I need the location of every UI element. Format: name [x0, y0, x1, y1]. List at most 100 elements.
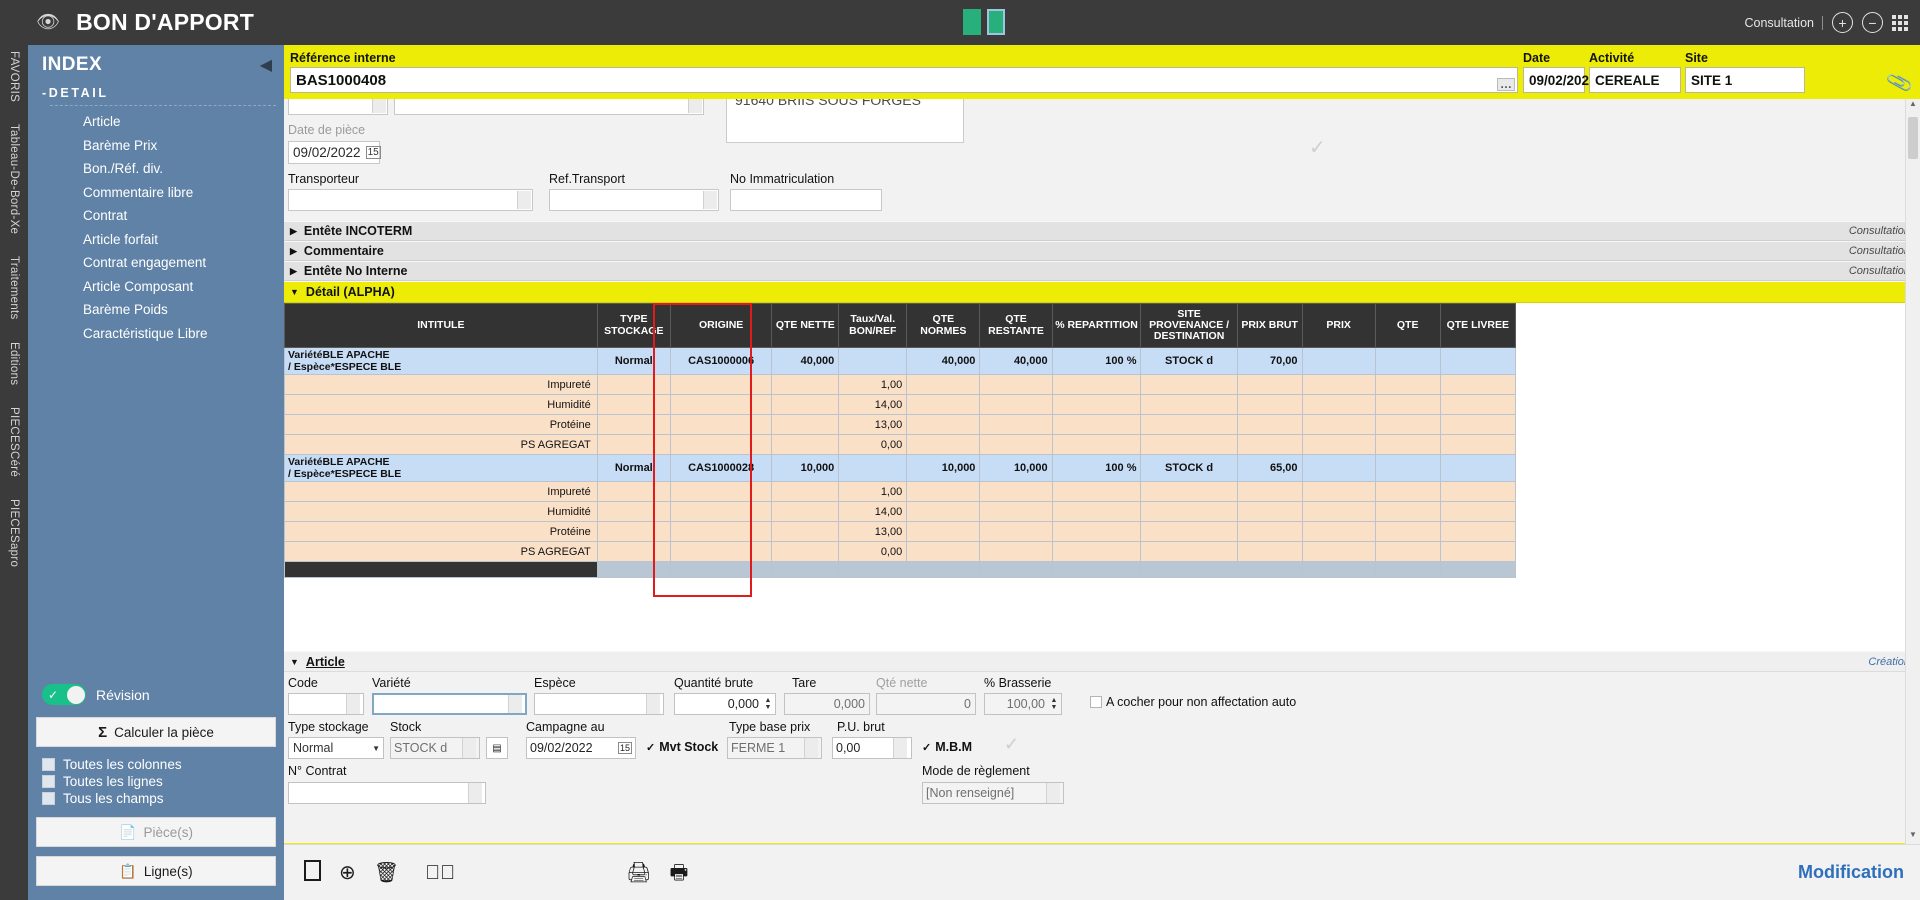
table-row[interactable]: PS AGREGAT 0,00 — [285, 435, 1516, 455]
stock-lookup-button[interactable]: ▤ — [486, 737, 508, 759]
table-row[interactable]: VariétéBLE APACHE/ Espèce*ESPECE BLE Nor… — [285, 348, 1516, 375]
checkbox-tous-champs[interactable]: Tous les champs — [28, 790, 284, 807]
col-qte-restante[interactable]: QTE RESTANTE — [980, 304, 1052, 348]
date-input[interactable]: 09/02/2022 — [1523, 67, 1585, 93]
revision-toggle[interactable]: ✓ — [42, 684, 86, 705]
index-link-commentaire-libre[interactable]: Commentaire libre — [83, 181, 284, 205]
scroll-down-icon[interactable]: ▼ — [1906, 830, 1920, 844]
checkbox-toutes-colonnes[interactable]: Toutes les colonnes — [28, 756, 284, 773]
spinner-icon[interactable]: ▲▼ — [1048, 695, 1060, 713]
table-row[interactable]: Protéine 13,00 — [285, 522, 1516, 542]
table-row[interactable]: Humidité 14,00 — [285, 502, 1516, 522]
rail-item-pieces-cere[interactable]: PIECESCéré — [8, 407, 20, 477]
pieces-button[interactable]: 📄 Pièce(s) — [36, 817, 276, 847]
rail-item-pieces-apro[interactable]: PIECESapro — [8, 499, 20, 567]
scrollbar-thumb[interactable] — [1908, 117, 1918, 159]
rail-item-tableau-de-bord[interactable]: Tableau-De-Bord-Xe — [8, 124, 20, 234]
col-prix[interactable]: PRIX — [1302, 304, 1375, 348]
table-row[interactable]: Protéine 13,00 — [285, 415, 1516, 435]
rail-item-traitements[interactable]: Traitements — [8, 256, 20, 320]
col-qte[interactable]: QTE — [1375, 304, 1440, 348]
section-detail-alpha[interactable]: ▼ Détail (ALPHA) — [284, 281, 1920, 303]
col-type-stockage[interactable]: TYPE STOCKAGE — [597, 304, 670, 348]
collapse-panel-icon[interactable]: ◀ — [260, 55, 272, 75]
brasserie-input[interactable]: 100,00 ▲▼ — [984, 693, 1062, 715]
index-link-article-composant[interactable]: Article Composant — [83, 275, 284, 299]
tare-input[interactable]: 0,000 — [784, 693, 870, 715]
col-qte-nette[interactable]: QTE NETTE — [772, 304, 839, 348]
type-base-prix-input[interactable]: FERME 1 — [727, 737, 822, 759]
calendar-icon[interactable]: 15 — [366, 146, 381, 159]
col-prix-brut[interactable]: PRIX BRUT — [1237, 304, 1302, 348]
rail-item-editions[interactable]: Editions — [8, 342, 20, 385]
print-icon[interactable]: 🖨 — [626, 863, 651, 883]
section-article[interactable]: ▼ Article Création — [284, 651, 1920, 672]
spinner-icon[interactable]: ▲▼ — [762, 695, 774, 713]
page-scrollbar[interactable]: ▲ ▼ — [1905, 99, 1920, 844]
section-commentaire[interactable]: ▶ Commentaire Consultation — [284, 241, 1920, 261]
mvt-stock-checkbox[interactable]: ✓ Mvt Stock — [646, 740, 718, 754]
zoom-in-button[interactable]: + — [1832, 12, 1853, 33]
checkbox-toutes-lignes[interactable]: Toutes les lignes — [28, 773, 284, 790]
lignes-button[interactable]: 📋 Ligne(s) — [36, 856, 276, 886]
table-row[interactable]: Impureté 1,00 — [285, 482, 1516, 502]
activite-input[interactable]: CEREALE — [1589, 67, 1681, 93]
state-square-filled[interactable] — [963, 9, 981, 35]
print-preview-icon[interactable]: 🖶 — [670, 863, 689, 883]
col-intitule[interactable]: INTITULE — [285, 304, 598, 348]
index-link-caracteristique-libre[interactable]: Caractéristique Libre — [83, 322, 284, 346]
index-link-article[interactable]: Article — [83, 110, 284, 134]
col-origine[interactable]: ORIGINE — [670, 304, 771, 348]
col-site-provenance[interactable]: SITE PROVENANCE / DESTINATION — [1141, 304, 1237, 348]
col-qte-normes[interactable]: QTE NORMES — [907, 304, 980, 348]
state-square-outlined[interactable] — [987, 9, 1005, 35]
section-entete-incoterm[interactable]: ▶ Entête INCOTERM Consultation — [284, 221, 1920, 241]
stock-input[interactable]: STOCK d — [390, 737, 480, 759]
copy-icon[interactable] — [304, 860, 321, 885]
transporteur-input[interactable] — [288, 189, 533, 211]
apps-grid-icon[interactable] — [1892, 15, 1908, 31]
table-row[interactable]: Humidité 14,00 — [285, 395, 1516, 415]
add-icon[interactable]: ⊕ — [339, 863, 356, 883]
espece-input[interactable] — [534, 693, 664, 715]
lookup-icon[interactable]: … — [1497, 78, 1515, 91]
calculer-piece-button[interactable]: Σ Calculer la pièce — [36, 717, 276, 747]
ref-transport-input[interactable] — [549, 189, 719, 211]
rail-item-favoris[interactable]: FAVORIS — [8, 51, 20, 102]
zoom-out-button[interactable]: − — [1862, 12, 1883, 33]
table-row[interactable]: VariétéBLE APACHE/ Espèce*ESPECE BLE Nor… — [285, 455, 1516, 482]
site-input[interactable]: SITE 1 — [1685, 67, 1805, 93]
eye-icon[interactable]: 👁 — [36, 13, 60, 32]
col-taux-val-bon-ref[interactable]: Taux/Val. BON/REF — [839, 304, 907, 348]
calendar-icon[interactable]: 15 — [618, 742, 632, 754]
index-link-bon-ref-div[interactable]: Bon./Réf. div. — [83, 157, 284, 181]
immatriculation-input[interactable] — [730, 189, 882, 211]
campagne-input[interactable]: 09/02/2022 15 — [526, 737, 636, 759]
code-input[interactable] — [288, 693, 364, 715]
validate-icon[interactable]: ✓⃝ — [425, 863, 455, 883]
quantite-brute-input[interactable]: 0,000 ▲▼ — [674, 693, 776, 715]
mode-reglement-input[interactable]: [Non renseigné] — [922, 782, 1064, 804]
table-row[interactable]: PS AGREGAT 0,00 — [285, 542, 1516, 562]
date-piece-input[interactable]: 09/02/2022 15 — [288, 141, 380, 164]
partial-field-left[interactable] — [288, 99, 388, 115]
delete-icon[interactable]: 🗑 — [374, 863, 399, 883]
index-link-bareme-prix[interactable]: Barème Prix — [83, 134, 284, 158]
partial-field-mid[interactable] — [394, 99, 704, 115]
pu-brut-input[interactable]: 0,00 — [832, 737, 912, 759]
type-stockage-select[interactable]: Normal ▼ — [288, 737, 384, 759]
col-qte-livree[interactable]: QTE LIVREE — [1440, 304, 1515, 348]
col-pct-repartition[interactable]: % REPARTITION — [1052, 304, 1141, 348]
index-link-bareme-poids[interactable]: Barème Poids — [83, 298, 284, 322]
contrat-input[interactable] — [288, 782, 486, 804]
section-entete-no-interne[interactable]: ▶ Entête No Interne Consultation — [284, 261, 1920, 281]
scroll-up-icon[interactable]: ▲ — [1906, 99, 1920, 113]
index-link-contrat-engagement[interactable]: Contrat engagement — [83, 251, 284, 275]
non-affectation-checkbox[interactable]: A cocher pour non affectation auto — [1090, 695, 1296, 709]
variete-input[interactable] — [372, 693, 527, 715]
index-link-contrat[interactable]: Contrat — [83, 204, 284, 228]
index-link-article-forfait[interactable]: Article forfait — [83, 228, 284, 252]
reference-interne-input[interactable]: BAS1000408 … — [290, 67, 1518, 93]
mbm-checkbox[interactable]: ✓ M.B.M — [922, 740, 972, 754]
table-row[interactable]: Impureté 1,00 — [285, 375, 1516, 395]
